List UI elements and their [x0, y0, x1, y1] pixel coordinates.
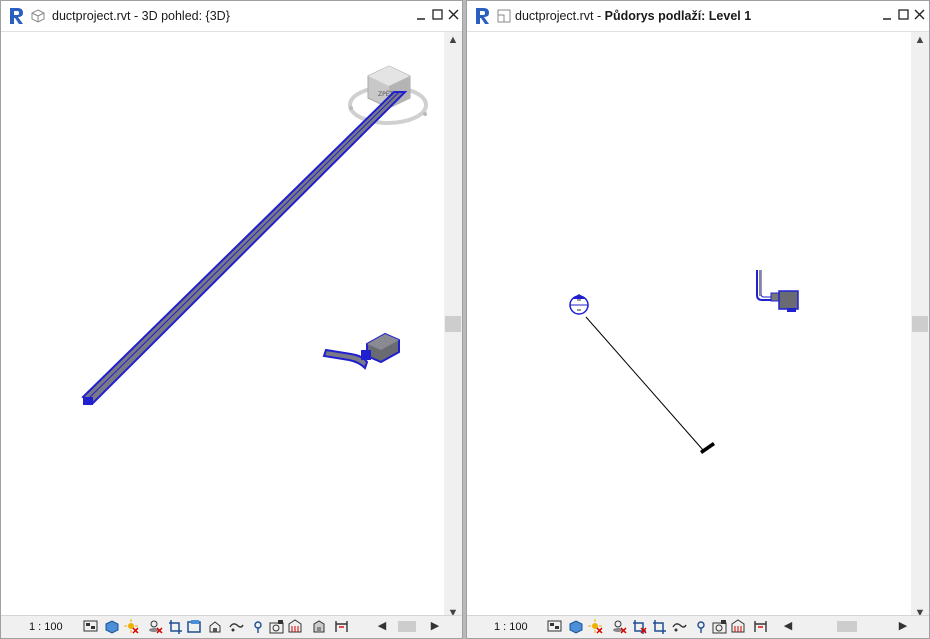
- render-icon[interactable]: [269, 619, 284, 634]
- crop-view-icon[interactable]: [168, 619, 183, 634]
- analytical-model-icon[interactable]: [288, 619, 303, 634]
- visual-style-icon[interactable]: [104, 619, 119, 634]
- scroll-right-arrow-icon[interactable]: ▶: [429, 619, 441, 632]
- crop-region-icon[interactable]: [632, 619, 647, 634]
- minimize-icon[interactable]: [415, 8, 429, 22]
- sun-path-icon[interactable]: [588, 619, 603, 634]
- reveal-constraints-icon[interactable]: [334, 619, 349, 634]
- duct-elbow[interactable]: [322, 332, 400, 370]
- horizontal-scroll-thumb[interactable]: [398, 621, 416, 632]
- unlock-3d-icon[interactable]: [207, 619, 222, 634]
- scroll-thumb[interactable]: [445, 316, 461, 332]
- horizontal-scrollbar[interactable]: ◀ ▶: [782, 619, 912, 634]
- floor-plan-view-icon: [497, 9, 511, 23]
- close-icon[interactable]: [447, 8, 461, 22]
- view-window-floor-plan[interactable]: ductproject.rvt - Půdorys podlaží: Level…: [466, 0, 930, 639]
- maximize-icon[interactable]: [431, 8, 445, 22]
- sun-path-icon[interactable]: [124, 619, 139, 634]
- temporary-hide-icon[interactable]: [229, 619, 244, 634]
- analytical-model-icon[interactable]: [731, 619, 746, 634]
- reveal-hidden-icon[interactable]: [694, 619, 709, 634]
- vertical-scrollbar[interactable]: ▲ ▼: [444, 32, 462, 621]
- show-crop-icon[interactable]: [187, 619, 202, 634]
- section-end-marker[interactable]: [700, 442, 715, 454]
- 3d-view-icon: [31, 9, 45, 23]
- detail-level-icon[interactable]: [547, 619, 562, 634]
- reveal-hidden-icon[interactable]: [251, 619, 266, 634]
- horizontal-scroll-thumb[interactable]: [837, 621, 857, 632]
- shadows-icon[interactable]: [612, 619, 627, 634]
- close-icon[interactable]: [913, 8, 927, 22]
- scroll-up-arrow-icon[interactable]: ▲: [911, 32, 929, 48]
- detail-level-icon[interactable]: [83, 619, 98, 634]
- duct-plan[interactable]: [756, 270, 799, 312]
- maximize-icon[interactable]: [897, 8, 911, 22]
- view-scale[interactable]: 1 : 100: [494, 621, 528, 633]
- revit-logo-icon: [476, 8, 489, 24]
- section-line[interactable]: [585, 316, 704, 451]
- window-title: ductproject.rvt - 3D pohled: {3D}: [52, 9, 230, 23]
- minimize-icon[interactable]: [881, 8, 895, 22]
- view-control-bar: 1 : 100 ◀ ▶: [467, 615, 929, 638]
- reveal-constraints-icon[interactable]: [753, 619, 768, 634]
- vertical-scrollbar[interactable]: ▲ ▼: [911, 32, 929, 621]
- title-bar[interactable]: ductproject.rvt - 3D pohled: {3D}: [1, 1, 462, 32]
- revit-logo-icon: [10, 8, 23, 24]
- 3d-model-view[interactable]: ZPĚT: [1, 32, 445, 623]
- visual-style-icon[interactable]: [568, 619, 583, 634]
- floor-plan-view[interactable]: [467, 32, 912, 623]
- scroll-left-arrow-icon[interactable]: ◀: [782, 619, 794, 632]
- scroll-up-arrow-icon[interactable]: ▲: [444, 32, 462, 48]
- highlight-displacement-icon[interactable]: [312, 619, 327, 634]
- scroll-thumb[interactable]: [912, 316, 928, 332]
- 3d-drawing-area[interactable]: ZPĚT: [1, 32, 445, 621]
- scroll-left-arrow-icon[interactable]: ◀: [376, 619, 388, 632]
- window-title-view: Půdorys podlaží: Level 1: [604, 9, 752, 23]
- viewcube[interactable]: ZPĚT: [348, 65, 428, 125]
- view-window-3d[interactable]: ductproject.rvt - 3D pohled: {3D} ZPĚT ▲…: [0, 0, 463, 639]
- window-title: ductproject.rvt - Půdorys podlaží: Level…: [515, 9, 751, 23]
- shadows-icon[interactable]: [148, 619, 163, 634]
- plan-drawing-area[interactable]: [467, 32, 912, 621]
- scroll-right-arrow-icon[interactable]: ▶: [897, 619, 909, 632]
- crop-view-icon[interactable]: [652, 619, 667, 634]
- view-control-bar: 1 : 100 ◀ ▶: [1, 615, 462, 638]
- temporary-hide-icon[interactable]: [672, 619, 687, 634]
- horizontal-scrollbar[interactable]: ◀ ▶: [376, 619, 444, 634]
- elevation-marker[interactable]: [569, 294, 589, 315]
- view-scale[interactable]: 1 : 100: [29, 621, 63, 633]
- window-title-prefix: ductproject.rvt -: [515, 9, 605, 23]
- render-icon[interactable]: [712, 619, 727, 634]
- title-bar[interactable]: ductproject.rvt - Půdorys podlaží: Level…: [467, 1, 929, 32]
